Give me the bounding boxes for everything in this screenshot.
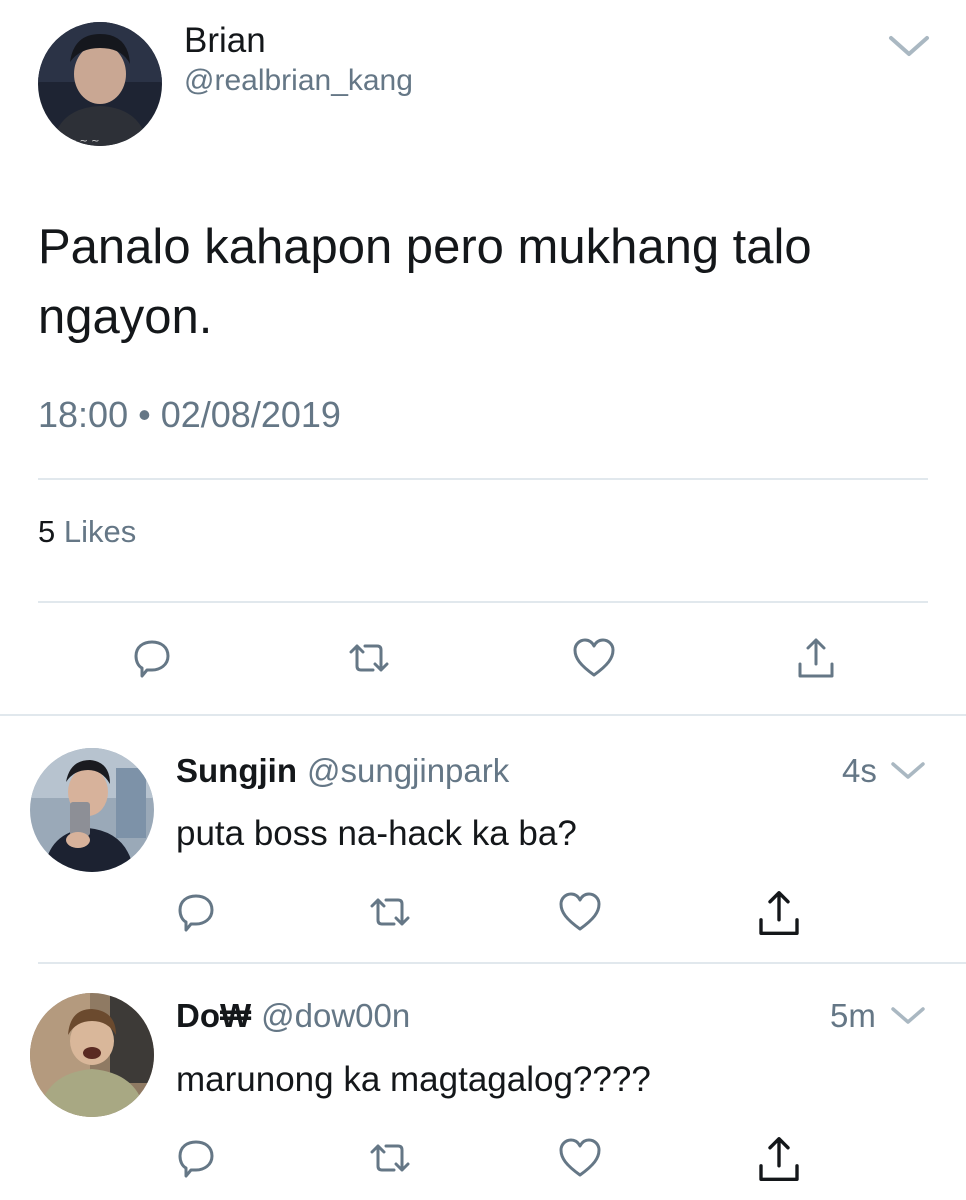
reply-time: 4s: [842, 752, 877, 789]
reply-button[interactable]: [128, 634, 176, 682]
reply-button[interactable]: [172, 888, 220, 936]
retweet-button[interactable]: [366, 888, 414, 936]
retweet-icon: [370, 898, 410, 926]
share-button[interactable]: [752, 886, 806, 940]
likes-stat[interactable]: 5 Likes: [38, 513, 136, 551]
reply-header: Sungjin @sungjinpark: [176, 751, 509, 791]
author-name[interactable]: Brian: [184, 20, 266, 62]
likes-count: 5: [38, 514, 56, 549]
reply-time: 5m: [830, 997, 876, 1034]
divider: [38, 601, 928, 603]
reply-author-name[interactable]: Do₩: [176, 996, 251, 1036]
retweet-button[interactable]: [345, 634, 393, 682]
heart-icon: [573, 638, 615, 677]
like-button[interactable]: [570, 634, 618, 682]
reply-icon: [178, 894, 214, 932]
reply-author-handle[interactable]: @sungjinpark: [307, 751, 509, 791]
chevron-down-icon[interactable]: [890, 760, 926, 782]
share-icon: [759, 1137, 799, 1181]
retweet-icon: [370, 1144, 410, 1172]
share-icon: [759, 891, 799, 935]
retweet-icon: [349, 644, 389, 672]
heart-icon: [559, 1138, 601, 1177]
avatar-brian[interactable]: ~ ~ ~: [38, 22, 162, 146]
like-button[interactable]: [556, 888, 604, 936]
reply-author-handle[interactable]: @dow00n: [261, 996, 410, 1036]
divider: [38, 962, 966, 964]
share-button[interactable]: [752, 1132, 806, 1186]
chevron-down-icon[interactable]: [888, 34, 930, 60]
share-button[interactable]: [792, 634, 840, 682]
tweet-text: Panalo kahapon pero mukhang talo ngayon.: [38, 220, 812, 344]
chevron-down-icon[interactable]: [890, 1005, 926, 1027]
svg-text:~ ~ ~: ~ ~ ~: [68, 136, 100, 146]
author-handle[interactable]: @realbrian_kang: [184, 62, 413, 100]
reply-header: Do₩ @dow00n: [176, 996, 410, 1036]
reply-text: marunong ka magtagalog????: [176, 1060, 651, 1099]
share-icon: [798, 638, 834, 678]
reply-icon: [178, 1140, 214, 1178]
divider: [38, 478, 928, 480]
avatar-sungjin[interactable]: [30, 748, 154, 872]
like-button[interactable]: [556, 1134, 604, 1182]
timestamp-separator: •: [138, 394, 151, 435]
avatar-dowoon[interactable]: [30, 993, 154, 1117]
section-divider: [0, 714, 966, 716]
reply-text: puta boss na-hack ka ba?: [176, 814, 577, 853]
heart-icon: [559, 892, 601, 931]
reply-author-name[interactable]: Sungjin: [176, 751, 297, 791]
reply-icon: [134, 640, 170, 678]
likes-label: Likes: [63, 514, 137, 549]
tweet-time: 18:00: [38, 394, 129, 435]
tweet-timestamp: 18:00 • 02/08/2019: [38, 393, 341, 437]
retweet-button[interactable]: [366, 1134, 414, 1182]
tweet-date: 02/08/2019: [160, 394, 341, 435]
reply-button[interactable]: [172, 1134, 220, 1182]
